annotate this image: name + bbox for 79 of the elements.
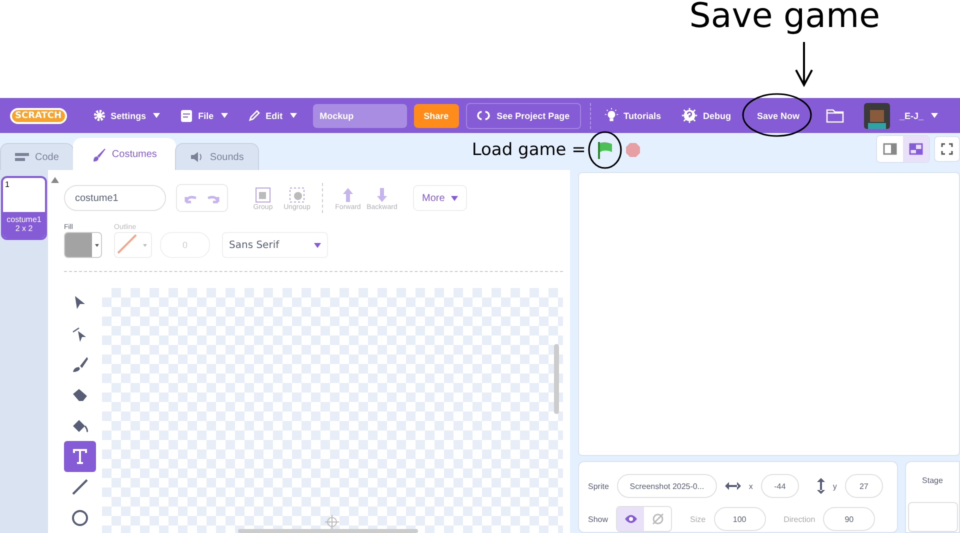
group-icon	[253, 186, 273, 204]
menu-button[interactable]: Edit	[244, 98, 301, 133]
annotation-circle	[586, 130, 623, 170]
stage-title: Stage	[922, 476, 943, 485]
stage-thumbnail[interactable]	[908, 502, 958, 532]
direction-label: Direction	[784, 514, 816, 524]
editor-tab[interactable]: Sounds	[174, 143, 259, 170]
scrollbar[interactable]	[554, 344, 559, 414]
code-blocks-icon	[15, 152, 29, 162]
font-dropdown[interactable]: Sans Serif	[222, 232, 328, 258]
costume-name: costume1	[6, 215, 42, 224]
bug-icon	[681, 107, 698, 124]
size-field[interactable]: 100	[714, 507, 766, 531]
caret-icon	[220, 113, 228, 118]
annotation-text: Load game =	[472, 140, 586, 160]
caret-icon	[450, 196, 458, 200]
caret-icon	[143, 244, 147, 246]
vertical-arrow-icon	[816, 478, 825, 494]
brush-icon	[92, 148, 106, 162]
avatar-icon[interactable]	[864, 102, 890, 128]
caret-icon	[290, 113, 297, 118]
caret-icon	[930, 113, 938, 118]
scroll-up-icon[interactable]	[51, 177, 59, 183]
fullscreen-icon	[941, 142, 953, 154]
caret-icon	[314, 242, 321, 248]
gear-icon	[92, 109, 106, 122]
refresh-icon	[476, 110, 490, 121]
horizontal-arrow-icon	[724, 482, 741, 490]
y-field[interactable]: 27	[844, 474, 883, 498]
x-label: x	[748, 482, 753, 490]
show-label: Show	[588, 514, 608, 524]
editor-tab[interactable]: Costumes	[72, 138, 176, 170]
lightbulb-icon	[604, 108, 619, 123]
fullscreen-button[interactable]	[934, 136, 960, 162]
sprite-name-field[interactable]: Screenshot 2025-0...	[616, 474, 717, 498]
costume-thumbnail[interactable]: 1 costume1 2 x 2	[1, 176, 47, 240]
hidden-icon	[650, 513, 665, 525]
fill-color-picker[interactable]	[64, 232, 102, 258]
pencil-icon	[248, 109, 261, 122]
more-dropdown[interactable]: More	[413, 185, 467, 211]
text-icon	[71, 447, 89, 466]
caret-icon	[94, 244, 98, 246]
crosshair-icon	[325, 515, 339, 529]
brush-icon	[71, 356, 89, 374]
sprite-label: Sprite	[588, 482, 609, 490]
annotation-arrow	[794, 40, 814, 88]
account-menu[interactable]: _E-J_	[896, 98, 942, 133]
stage-size-button[interactable]	[903, 136, 929, 162]
ungroup-icon	[287, 186, 307, 204]
normal-stage-icon	[909, 142, 923, 154]
circle-icon	[71, 508, 89, 527]
costume-name-field[interactable]: costume1	[64, 185, 166, 211]
small-stage-icon	[883, 142, 897, 154]
editor-tab[interactable]: Code	[0, 143, 74, 170]
project-title-field[interactable]: Mockup	[312, 104, 407, 128]
costume-number: 1	[4, 179, 10, 191]
file-icon	[180, 108, 194, 122]
no-outline-icon	[115, 233, 139, 255]
y-label: y	[832, 482, 837, 490]
folder-icon[interactable]	[826, 108, 844, 123]
annotation-circle	[741, 92, 813, 138]
menu-button[interactable]: File	[176, 98, 232, 133]
x-field[interactable]: -44	[760, 474, 799, 498]
direction-field[interactable]: 90	[823, 507, 876, 531]
text-tool[interactable]	[64, 441, 96, 472]
caret-icon	[153, 113, 160, 118]
annotation-text: Save game	[689, 0, 880, 36]
debug-button[interactable]: Debug	[677, 98, 735, 133]
costume-size: 2 x 2	[15, 224, 33, 233]
speaker-icon	[190, 151, 204, 163]
line-icon	[71, 478, 89, 496]
scrollbar[interactable]	[238, 529, 418, 533]
show-button[interactable]	[617, 507, 644, 531]
size-label: Size	[690, 514, 706, 524]
menu-button[interactable]: Settings	[88, 98, 164, 133]
see-project-page-button[interactable]: See Project Page	[466, 102, 581, 128]
eye-icon	[624, 514, 638, 524]
tutorials-button[interactable]: Tutorials	[600, 98, 665, 133]
outline-color-picker[interactable]	[114, 232, 152, 258]
